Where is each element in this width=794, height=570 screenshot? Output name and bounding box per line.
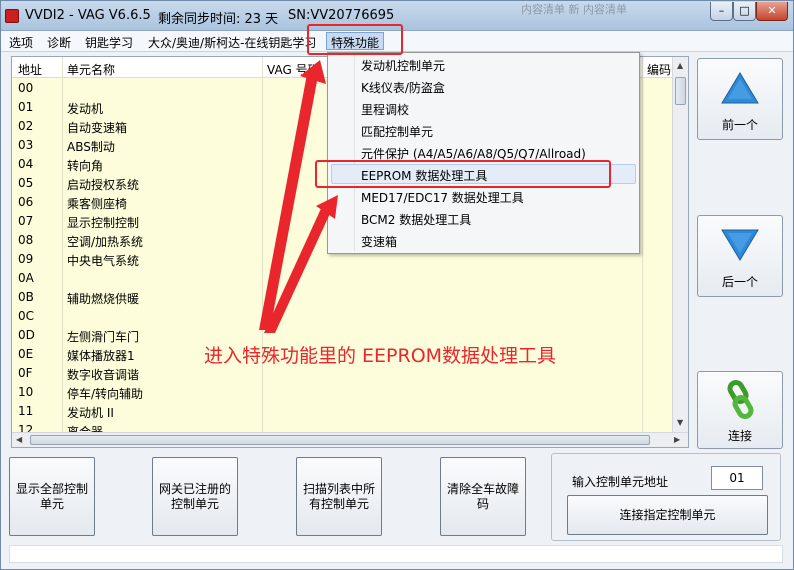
status-bar <box>9 545 783 563</box>
row-address: 00 <box>18 81 34 95</box>
menu-key-learning[interactable]: 钥匙学习 <box>85 34 133 51</box>
up-arrow-icon <box>721 72 759 104</box>
menu-item-adapt-unit[interactable]: 匹配控制单元 <box>361 123 433 140</box>
previous-button[interactable]: 前一个 <box>697 58 783 140</box>
row-address: 07 <box>18 214 34 228</box>
clear-all-dtc-button[interactable]: 清除全车故障码 <box>440 457 526 536</box>
header-unit-name[interactable]: 单元名称 <box>67 61 115 78</box>
table-row[interactable]: 0B 辅助燃烧供暖 <box>12 287 678 306</box>
menu-gutter <box>354 55 355 251</box>
serial-number-label: SN:VV20776695 <box>288 8 395 23</box>
address-label: 输入控制单元地址 <box>572 475 669 489</box>
menu-options[interactable]: 选项 <box>9 34 33 51</box>
connect-button[interactable]: 连接 <box>697 371 783 449</box>
link-icon <box>727 380 754 419</box>
scroll-up-icon[interactable]: ▲ <box>677 62 683 70</box>
row-unit-name: 转向角 <box>67 159 104 173</box>
menu-item-kline-cluster[interactable]: K线仪表/防盗盒 <box>361 79 445 96</box>
row-address: 02 <box>18 119 34 133</box>
window-title: VVDI2 - VAG V6.6.5 <box>25 8 151 23</box>
row-unit-name: 发动机 <box>67 102 104 116</box>
scroll-left-icon[interactable]: ◀ <box>16 436 22 444</box>
table-row[interactable]: 0A <box>12 268 678 287</box>
table-row[interactable]: 11 发动机 II <box>12 401 678 420</box>
menu-item-engine-unit[interactable]: 发动机控制单元 <box>361 57 445 74</box>
header-vag-number[interactable]: VAG 号码 <box>267 61 320 78</box>
row-address: 04 <box>18 157 34 171</box>
app-icon <box>5 9 19 23</box>
app-window: VVDI2 - VAG V6.6.5 剩余同步时间: 23 天 SN:VV207… <box>0 0 794 570</box>
row-address: 11 <box>18 404 34 418</box>
horizontal-scrollbar[interactable]: ◀ ▶ <box>12 432 688 447</box>
vertical-scrollbar[interactable]: ▲ ▼ <box>672 57 688 433</box>
row-unit-name: 停车/转向辅助 <box>67 387 144 401</box>
row-address: 0A <box>18 271 34 285</box>
vertical-scroll-thumb[interactable] <box>675 77 686 105</box>
row-unit-name: 左侧滑门车门 <box>67 330 140 344</box>
highlight-box-menu <box>307 24 403 55</box>
address-input[interactable] <box>711 466 763 490</box>
horizontal-scroll-thumb[interactable] <box>30 435 650 445</box>
row-unit-name: ABS制动 <box>67 140 115 154</box>
scan-all-units-button[interactable]: 扫描列表中所有控制单元 <box>296 457 382 536</box>
row-address: 05 <box>18 176 34 190</box>
header-address[interactable]: 地址 <box>18 61 42 78</box>
annotation-text: 进入特殊功能里的 EEPROM数据处理工具 <box>204 345 557 367</box>
menu-item-med17-tool[interactable]: MED17/EDC17 数据处理工具 <box>361 189 524 206</box>
row-address: 0B <box>18 290 34 304</box>
scroll-down-icon[interactable]: ▼ <box>677 419 683 427</box>
row-address: 03 <box>18 138 34 152</box>
row-address: 0F <box>18 366 33 380</box>
row-address: 01 <box>18 100 34 114</box>
background-window-text: 内容清单 新 内容清单 <box>521 3 627 16</box>
row-unit-name: 媒体播放器1 <box>67 349 135 363</box>
menu-item-bcm2-tool[interactable]: BCM2 数据处理工具 <box>361 211 471 228</box>
next-label: 后一个 <box>721 275 758 289</box>
row-unit-name: 启动授权系统 <box>67 178 140 192</box>
menu-item-mileage[interactable]: 里程调校 <box>361 101 409 118</box>
header-coding[interactable]: 编码 <box>647 61 671 78</box>
close-button[interactable]: ✕ <box>756 2 788 21</box>
row-unit-name: 数字收音调谐 <box>67 368 140 382</box>
menu-item-gearbox[interactable]: 变速箱 <box>361 233 397 250</box>
previous-label: 前一个 <box>721 118 758 132</box>
row-unit-name: 显示控制控制 <box>67 216 140 230</box>
show-all-units-button[interactable]: 显示全部控制单元 <box>9 457 95 536</box>
connect-specified-unit-button[interactable]: 连接指定控制单元 <box>567 495 768 535</box>
sync-days-label: 剩余同步时间: 23 天 <box>158 12 279 27</box>
row-unit-name: 乘客侧座椅 <box>67 197 128 211</box>
table-row[interactable]: 10 停车/转向辅助 <box>12 382 678 401</box>
row-unit-name: 自动变速箱 <box>67 121 128 135</box>
address-panel: 输入控制单元地址 连接指定控制单元 <box>551 453 781 541</box>
row-unit-name: 发动机 II <box>67 406 114 420</box>
minimize-button[interactable]: – <box>710 2 733 21</box>
row-address: 09 <box>18 252 34 266</box>
next-button[interactable]: 后一个 <box>697 215 783 297</box>
special-functions-dropdown: 发动机控制单元 K线仪表/防盗盒 里程调校 匹配控制单元 元件保护 (A4/A5… <box>327 52 640 254</box>
down-arrow-icon <box>721 229 759 261</box>
row-unit-name: 中央电气系统 <box>67 254 140 268</box>
row-address: 08 <box>18 233 34 247</box>
menu-diagnosis[interactable]: 诊断 <box>47 34 71 51</box>
row-address: 0D <box>18 328 35 342</box>
row-address: 10 <box>18 385 34 399</box>
row-unit-name: 辅助燃烧供暖 <box>67 292 140 306</box>
gateway-registered-button[interactable]: 网关已注册的控制单元 <box>152 457 238 536</box>
maximize-button[interactable]: □ <box>733 2 756 21</box>
row-address: 06 <box>18 195 34 209</box>
menu-online-key-learning[interactable]: 大众/奥迪/斯柯达-在线钥匙学习 <box>148 34 316 51</box>
connect-label: 连接 <box>727 429 752 443</box>
row-address: 0E <box>18 347 34 361</box>
row-address: 0C <box>18 309 35 323</box>
table-row[interactable]: 0C <box>12 306 678 325</box>
highlight-box-eeprom <box>315 160 611 188</box>
row-unit-name: 空调/加热系统 <box>67 235 144 249</box>
scroll-right-icon[interactable]: ▶ <box>674 436 680 444</box>
